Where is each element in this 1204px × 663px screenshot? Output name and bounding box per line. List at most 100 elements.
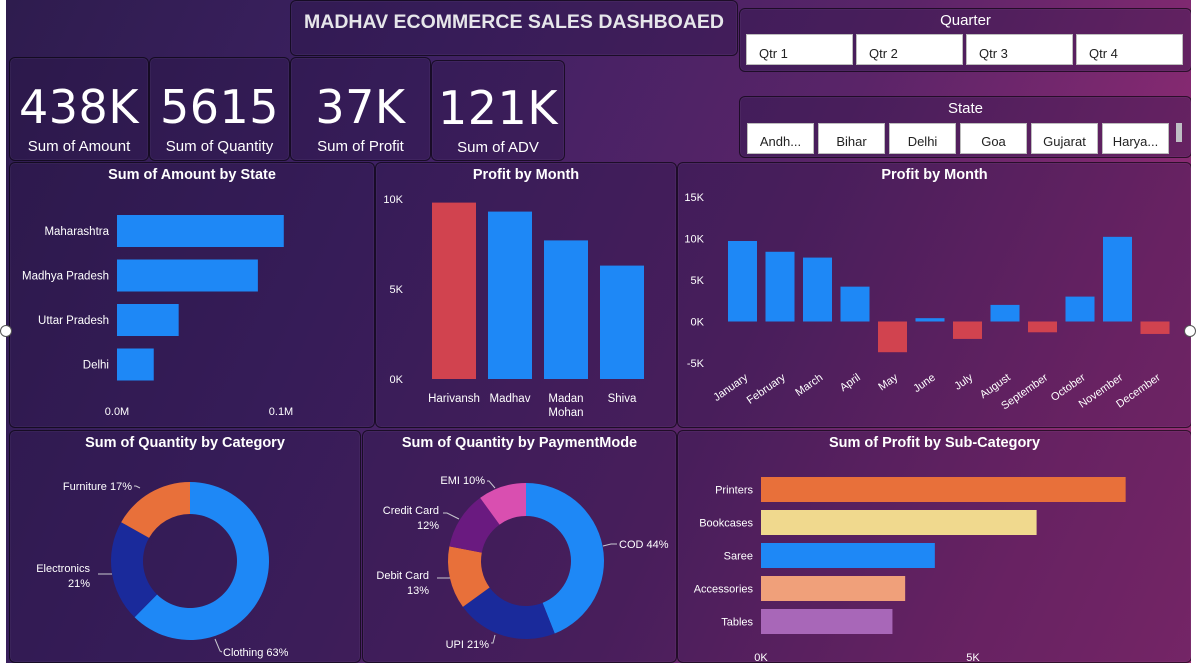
slice-label: Furniture 17% (63, 481, 132, 493)
amount-by-state-svg: Maharashtra Madhya Pradesh Uttar Pradesh De… (22, 215, 293, 418)
chart-profit-by-subcategory: Sum of Profit by Sub-Category Printers Bo… (677, 430, 1191, 663)
kpi-label: Sum of Quantity (165, 138, 274, 155)
kpi-label: Sum of ADV (457, 139, 539, 156)
dashboard-canvas: MADHAV ECOMMERCE SALES DASHBOAED Quarter… (6, 0, 1191, 663)
category-label: Saree (724, 551, 753, 563)
state-option-bihar[interactable]: Bihar (818, 123, 885, 154)
state-option-haryana[interactable]: Harya... (1102, 123, 1169, 154)
bar-december (1140, 321, 1170, 334)
category-label: Madhav (490, 393, 531, 405)
category-label: Madhya Pradesh (22, 271, 109, 283)
chart-title: Profit by Month (472, 167, 580, 183)
state-option-gujarat[interactable]: Gujarat (1031, 123, 1098, 154)
kpi-label: Sum of Profit (317, 138, 404, 155)
y-tick-label: 0K (691, 317, 705, 329)
y-tick-label: 10K (684, 234, 704, 246)
kpi-value: 121K (438, 81, 558, 135)
category-label: Accessories (694, 584, 754, 596)
bar-madhya-pradesh (117, 259, 258, 292)
y-tick-label: -5K (687, 358, 705, 370)
chart-title: Sum of Amount by State (108, 167, 276, 183)
chart-title: Sum of Quantity by PaymentMode (401, 435, 638, 451)
quarter-option-4[interactable]: Qtr 4 (1076, 34, 1183, 65)
chart-title: Profit by Month (881, 167, 988, 183)
bar-june (915, 318, 945, 322)
quarter-option-2[interactable]: Qtr 2 (856, 34, 963, 65)
category-label: Madan (548, 393, 583, 405)
category-label: Tables (721, 617, 753, 629)
profit-by-subcategory-svg: Printers Bookcases Saree Accessories Tables 0… (694, 477, 1126, 663)
state-option-goa[interactable]: Goa (960, 123, 1027, 154)
category-label: Printers (715, 485, 753, 497)
kpi-card-quantity: 5615 Sum of Quantity (149, 57, 290, 161)
kpi-card-profit: 37K Sum of Profit (290, 57, 431, 161)
category-label: Delhi (83, 360, 109, 372)
slice-label: Debit Card (376, 570, 429, 582)
slice-label: UPI 21% (446, 639, 490, 651)
category-label: Maharashtra (44, 226, 109, 238)
chart-profit-by-month: Profit by Month -5K 0K 5K 10K 15K January Febr… (677, 162, 1191, 428)
state-option-andhra[interactable]: Andh... (747, 123, 814, 154)
slice-label: 21% (68, 578, 90, 590)
bar-uttar-pradesh (117, 304, 179, 336)
dashboard-title: MADHAV ECOMMERCE SALES DASHBOAED (304, 11, 724, 33)
chart-title: Sum of Quantity by Category (85, 435, 285, 451)
bar-july (953, 321, 982, 339)
slice-label: Clothing 63% (223, 647, 289, 659)
y-tick-label: 5K (390, 284, 404, 296)
month-label: January (711, 371, 750, 404)
slice-label: 13% (407, 585, 429, 597)
slice-label: Credit Card (383, 505, 439, 517)
quarter-option-3[interactable]: Qtr 3 (966, 34, 1073, 65)
month-label: May (876, 371, 900, 393)
x-tick-label: 5K (966, 652, 980, 663)
leader-line (491, 634, 496, 644)
kpi-card-amount: 438K Sum of Amount (9, 57, 149, 161)
state-slicer-scrollbar[interactable] (1176, 123, 1182, 142)
bar-march (803, 257, 832, 322)
state-slicer: State Andh... Bihar Delhi Goa Gujarat Ha… (739, 96, 1191, 158)
resize-handle-right[interactable] (1184, 325, 1196, 337)
category-label: Uttar Pradesh (38, 315, 109, 327)
bar-delhi (117, 348, 154, 381)
quarter-option-1[interactable]: Qtr 1 (746, 34, 853, 65)
bar-april (840, 286, 870, 322)
month-label: April (838, 372, 863, 394)
category-label: Bookcases (699, 518, 753, 530)
x-tick-label: 0.1M (269, 406, 293, 418)
state-slicer-title: State (947, 100, 984, 117)
y-tick-label: 10K (383, 194, 403, 206)
chart-profit-by-customer: Profit by Month 0K 5K 10K Harivansh Madhav Ma… (375, 162, 677, 428)
slice-label: 12% (417, 520, 439, 532)
month-label: July (952, 371, 975, 392)
month-label: February (745, 371, 788, 406)
slice-label: EMI 10% (440, 475, 485, 487)
resize-handle-left[interactable] (0, 325, 12, 337)
leader-line (602, 543, 617, 547)
profit-by-month-svg: -5K 0K 5K 10K 15K JanuaryFebruary March April Ma… (684, 192, 1170, 412)
y-tick-label: 0K (390, 374, 404, 386)
bar-bookcases (761, 510, 1037, 535)
bar-february (765, 251, 795, 322)
category-label: Mohan (548, 407, 583, 419)
y-tick-label: 15K (684, 192, 704, 204)
category-label: Harivansh (428, 393, 480, 405)
bar-october (1065, 296, 1095, 322)
chart-qty-by-category: Sum of Quantity by Category Clothing 63%… (9, 430, 361, 663)
leader-line (443, 512, 460, 520)
bar-madhav (488, 211, 532, 379)
leader-line (214, 638, 223, 653)
bar-november (1103, 236, 1132, 322)
bar-shiva (600, 265, 644, 379)
profit-by-customer-svg: 0K 5K 10K Harivansh Madhav Madan Mohan Shiva (383, 194, 644, 419)
bar-tables (761, 609, 893, 634)
bar-may (878, 321, 907, 353)
kpi-value: 438K (19, 80, 139, 134)
kpi-card-adv: 121K Sum of ADV (431, 60, 565, 161)
x-tick-label: 0K (754, 652, 768, 663)
state-option-delhi[interactable]: Delhi (889, 123, 956, 154)
bar-maharashtra (117, 215, 284, 247)
month-label: June (911, 372, 937, 396)
chart-amount-by-state: Sum of Amount by State Maharashtra Madhya… (9, 162, 375, 428)
chart-title: Sum of Profit by Sub-Category (828, 435, 1041, 451)
